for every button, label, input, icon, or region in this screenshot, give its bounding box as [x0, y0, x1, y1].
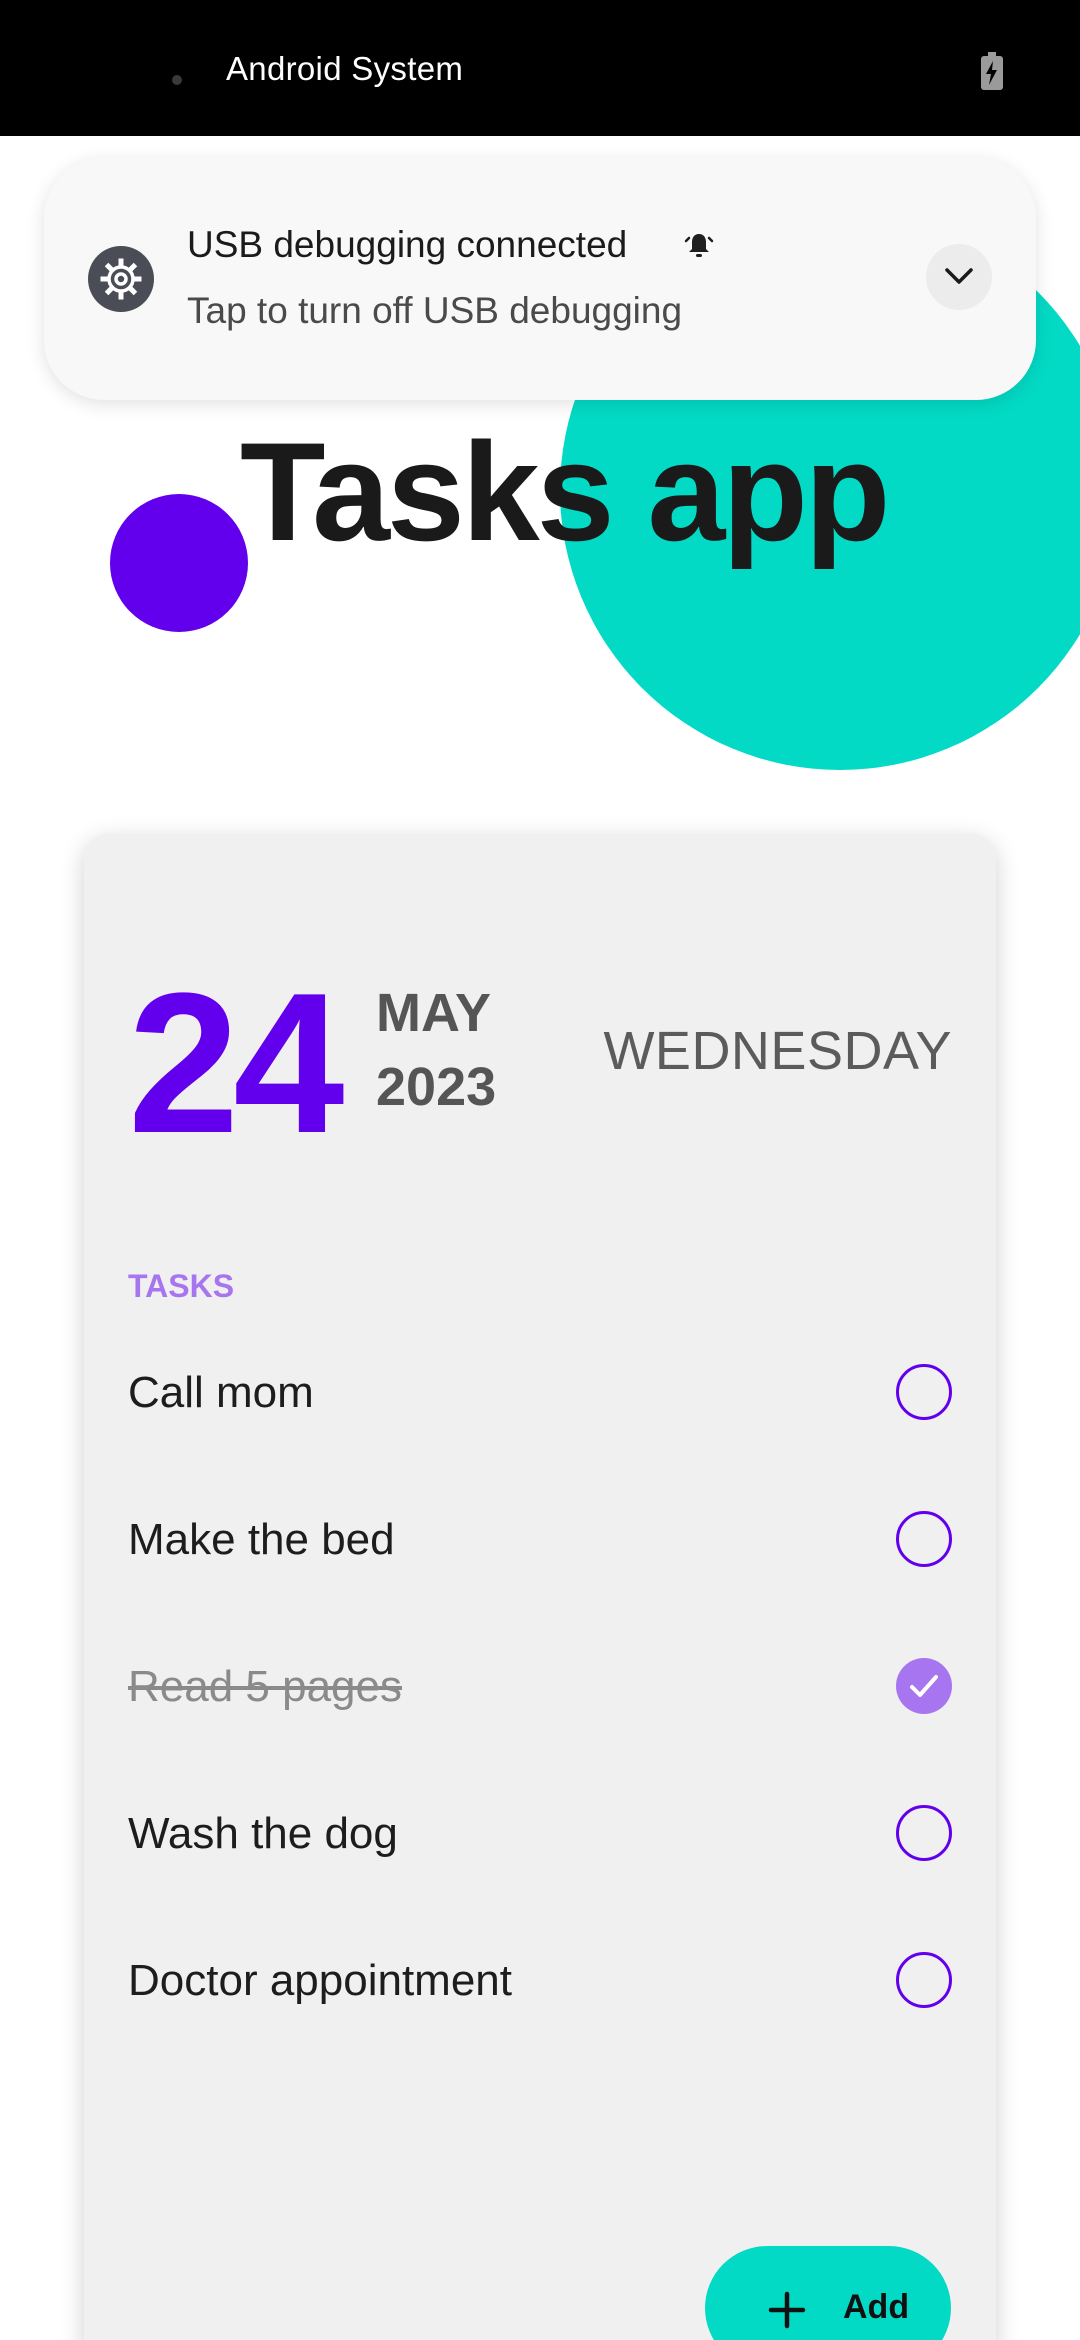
date-weekday: WEDNESDAY: [603, 1021, 952, 1081]
task-checkbox[interactable]: [896, 1364, 952, 1420]
date-month: MAY: [376, 983, 492, 1043]
decorative-purple-circle: [110, 494, 248, 632]
task-label: Call mom: [128, 1368, 314, 1417]
task-checkbox[interactable]: [896, 1952, 952, 2008]
tasks-card: 24 MAY 2023 WEDNESDAY TASKS Add Call mom…: [84, 834, 996, 2340]
task-checkbox[interactable]: [896, 1805, 952, 1861]
task-checkbox-checked[interactable]: [896, 1658, 952, 1714]
expand-notification-button[interactable]: [926, 244, 992, 310]
date-day: 24: [128, 952, 344, 1175]
app-title: Tasks app: [240, 413, 890, 570]
screen: Android System Tasks app USB debugging c…: [0, 0, 1080, 2340]
task-item[interactable]: Wash the dog: [84, 1785, 996, 1885]
task-label: Read 5 pages: [128, 1662, 402, 1711]
notification-title: USB debugging connected: [187, 224, 628, 265]
chevron-down-icon: [945, 268, 973, 284]
task-item[interactable]: Call mom: [84, 1344, 996, 1444]
battery-charging-icon: [981, 52, 1003, 90]
add-task-button[interactable]: Add: [705, 2246, 951, 2340]
task-label: Make the bed: [128, 1515, 395, 1564]
date-year: 2023: [376, 1057, 497, 1117]
checkmark-icon: [910, 1675, 938, 1697]
gear-icon: [88, 246, 154, 312]
task-label: Doctor appointment: [128, 1956, 512, 2005]
task-checkbox[interactable]: [896, 1511, 952, 1567]
task-item[interactable]: Make the bed: [84, 1491, 996, 1591]
tasks-heading: TASKS: [128, 1268, 235, 1304]
notification-dot-icon: [172, 75, 182, 85]
usb-debugging-notification[interactable]: USB debugging connected Tap to turn off …: [44, 158, 1036, 400]
task-label: Wash the dog: [128, 1809, 398, 1858]
notification-text: Tap to turn off USB debugging: [187, 290, 683, 331]
add-button-label: Add: [843, 2288, 910, 2326]
status-bar: Android System: [0, 0, 1080, 136]
bell-icon: [684, 234, 714, 257]
status-bar-title: Android System: [226, 50, 464, 87]
task-item[interactable]: Read 5 pages: [84, 1638, 996, 1738]
task-item[interactable]: Doctor appointment: [84, 1932, 996, 2032]
plus-icon: [768, 2291, 806, 2329]
